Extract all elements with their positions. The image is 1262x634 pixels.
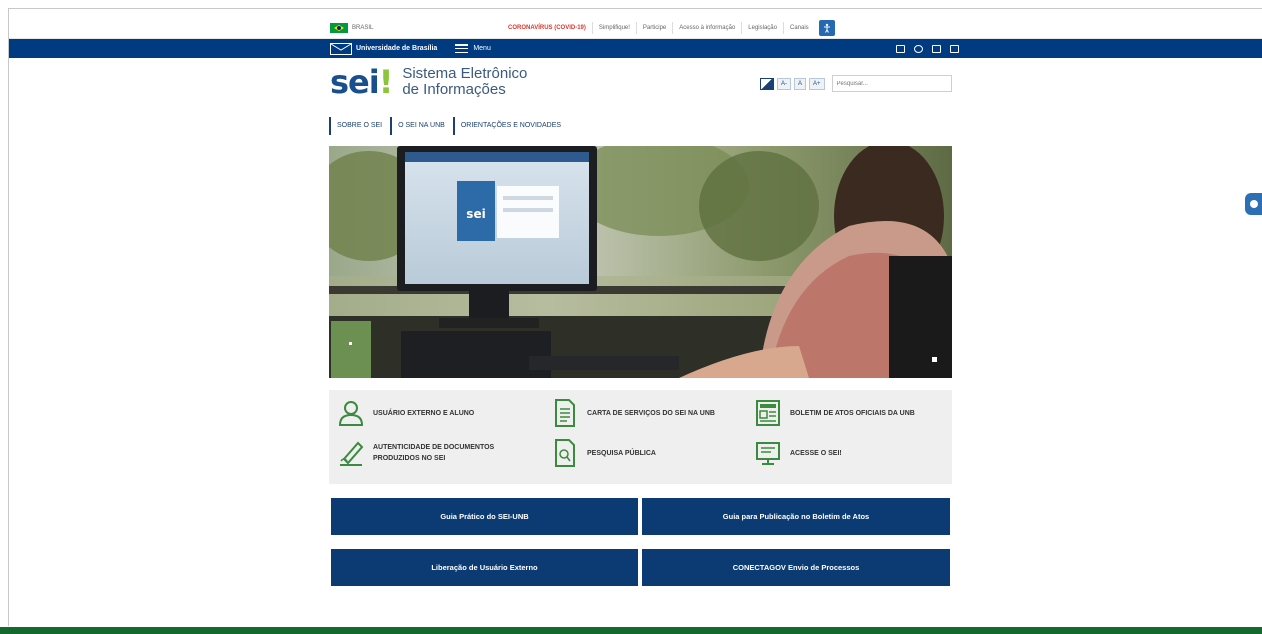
service-label: BOLETIM DE ATOS OFICIAIS DA UnB (790, 409, 915, 417)
service-label: AUTENTICIDADE DE DOCUMENTOS PRODUZIDOS N… (373, 444, 495, 462)
guia-publicacao-button[interactable]: Guia para Publicação no Boletim de Atos (642, 498, 950, 535)
document-icon (551, 398, 579, 428)
service-carta[interactable]: CARTA DE SERVIÇOS DO SEI NA UnB (551, 398, 727, 428)
menu-label: Menu (473, 45, 491, 52)
nav-item-sobre[interactable]: SOBRE O SEI (329, 117, 388, 135)
main-nav: SOBRE O SEI O SEI NA UNB ORIENTAÇÕES E N… (329, 117, 569, 135)
service-pesquisa[interactable]: PESQUISA PÚBLICA (551, 438, 727, 468)
accessibility-tools: A- A A+ (760, 75, 952, 92)
service-label: ACESSE O SEI! (790, 449, 842, 457)
services-panel: USUÁRIO EXTERNO E ALUNO CARTA DE SERVIÇO… (329, 390, 952, 484)
hero-banner[interactable]: sei (329, 146, 952, 378)
brasil-link[interactable]: BRASIL (352, 25, 502, 31)
service-acesse[interactable]: ACESSE O SEI! (754, 438, 930, 468)
font-normal-button[interactable]: A (794, 77, 807, 90)
unb-logo[interactable]: Universidade de Brasília (330, 42, 438, 55)
monitor-icon (754, 438, 782, 468)
liberacao-usuario-button[interactable]: Liberação de Usuário Externo (331, 549, 638, 586)
service-label: CARTA DE SERVIÇOS DO SEI NA UnB (587, 409, 715, 417)
vlibras-button[interactable] (1245, 193, 1262, 215)
participe-link[interactable]: Participe (635, 22, 672, 34)
sei-logo-exclamation: ! (378, 63, 394, 101)
covid-link[interactable]: CORONAVÍRUS (COVID-19) (502, 22, 592, 34)
contrast-icon[interactable] (760, 77, 774, 90)
sei-logo-text: sei (330, 63, 380, 101)
service-boletim[interactable]: BOLETIM DE ATOS OFICIAIS DA UnB (754, 398, 930, 428)
chat-icon[interactable] (932, 44, 941, 53)
site-title-line1: Sistema Eletrônico (402, 65, 528, 82)
unb-bar: Universidade de Brasília Menu (9, 39, 1262, 58)
mail-icon[interactable] (896, 44, 905, 53)
accessibility-icon[interactable] (818, 20, 835, 36)
signature-icon (337, 438, 365, 468)
user-icon (337, 398, 365, 428)
sei-logo-mark: sei! (330, 63, 394, 101)
menu-button[interactable]: Menu (455, 44, 491, 53)
carousel-dot-left[interactable] (349, 342, 352, 345)
service-autenticidade[interactable]: AUTENTICIDADE DE DOCUMENTOS PRODUZIDOS N… (337, 438, 513, 468)
hamburger-icon (455, 44, 469, 53)
legislacao-link[interactable]: Legislação (741, 22, 783, 34)
simplifique-link[interactable]: Simplifique! (591, 22, 636, 34)
unb-title: Universidade de Brasília (356, 45, 438, 52)
font-decrease-button[interactable]: A- (777, 77, 791, 90)
screen-sei-logo: sei (466, 207, 485, 221)
document-search-icon (551, 438, 579, 468)
conectagov-button[interactable]: CONECTAGOV Envio de Processos (642, 549, 950, 586)
gov-bar: BRASIL CORONAVÍRUS (COVID-19) Simplifiqu… (9, 17, 1262, 39)
nav-item-orientacoes[interactable]: ORIENTAÇÕES E NOVIDADES (452, 117, 567, 135)
service-usuario-externo[interactable]: USUÁRIO EXTERNO E ALUNO (337, 398, 523, 428)
sei-logo[interactable]: sei! Sistema Eletrônico de Informações (330, 63, 527, 101)
canais-link[interactable]: Canais (782, 22, 815, 34)
graduation-icon[interactable] (914, 44, 923, 53)
nav-item-sei-na-unb[interactable]: O SEI NA UNB (390, 117, 451, 135)
search-input[interactable] (831, 75, 952, 92)
guia-pratico-button[interactable]: Guia Prático do SEI-UNB (331, 498, 638, 535)
brazil-flag-icon[interactable] (330, 23, 348, 33)
acesso-informacao-link[interactable]: Acesso à informação (672, 22, 741, 34)
font-increase-button[interactable]: A+ (809, 77, 825, 90)
hero-image: sei (329, 146, 952, 378)
unb-logo-icon (330, 42, 352, 55)
hand-icon (1249, 200, 1258, 208)
service-label: USUÁRIO EXTERNO E ALUNO (373, 409, 475, 417)
newspaper-icon (754, 398, 782, 428)
service-label: PESQUISA PÚBLICA (587, 449, 656, 457)
site-title: Sistema Eletrônico de Informações (402, 66, 527, 98)
site-title-line2: de Informações (402, 81, 506, 98)
monitor-icon[interactable] (950, 44, 959, 53)
carousel-dot-right[interactable] (932, 357, 937, 362)
footer-bar (0, 627, 1262, 634)
